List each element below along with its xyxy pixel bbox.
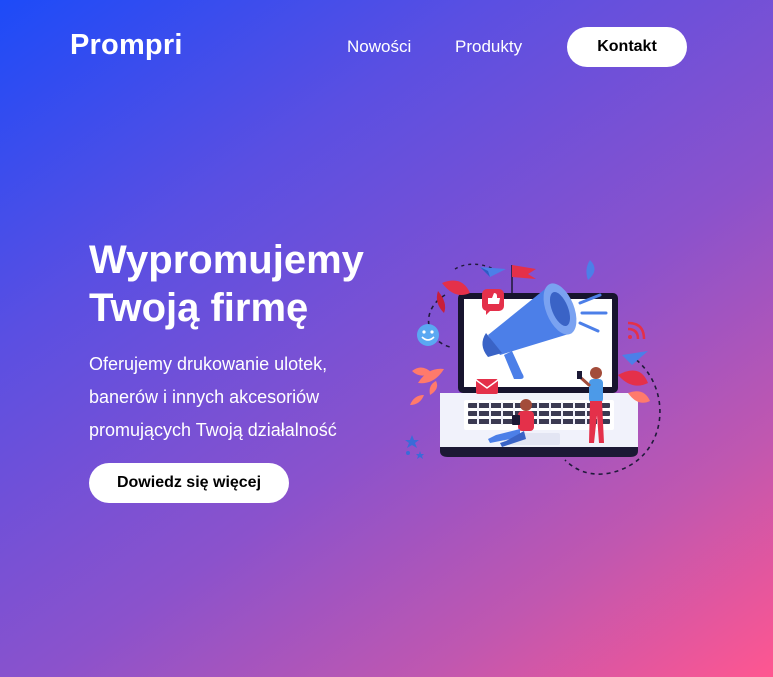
hero-description: Oferujemy drukowanie ulotek, banerów i i…	[89, 348, 389, 447]
marketing-laptop-megaphone-icon	[400, 255, 675, 480]
hero-title-line: Wypromujemy	[89, 238, 364, 282]
learn-more-button[interactable]: Dowiedz się więcej	[89, 463, 289, 503]
top-navigation: Prompri Nowości Produkty Kontakt	[0, 0, 773, 94]
nav-link-nowosci[interactable]: Nowości	[347, 37, 411, 57]
hero-title-line: Twoją firmę	[89, 286, 309, 330]
hero-description-line: Oferujemy drukowanie ulotek,	[89, 354, 328, 374]
hero-description-line: promujących Twoją działalność	[89, 420, 337, 440]
logo[interactable]: Prompri	[70, 29, 183, 62]
hero-description-line: banerów i innych akcesoriów	[89, 387, 320, 407]
hero-title: Wypromujemy Twoją firmę	[89, 236, 409, 332]
contact-button[interactable]: Kontakt	[567, 27, 687, 67]
nav-link-produkty[interactable]: Produkty	[455, 37, 522, 57]
